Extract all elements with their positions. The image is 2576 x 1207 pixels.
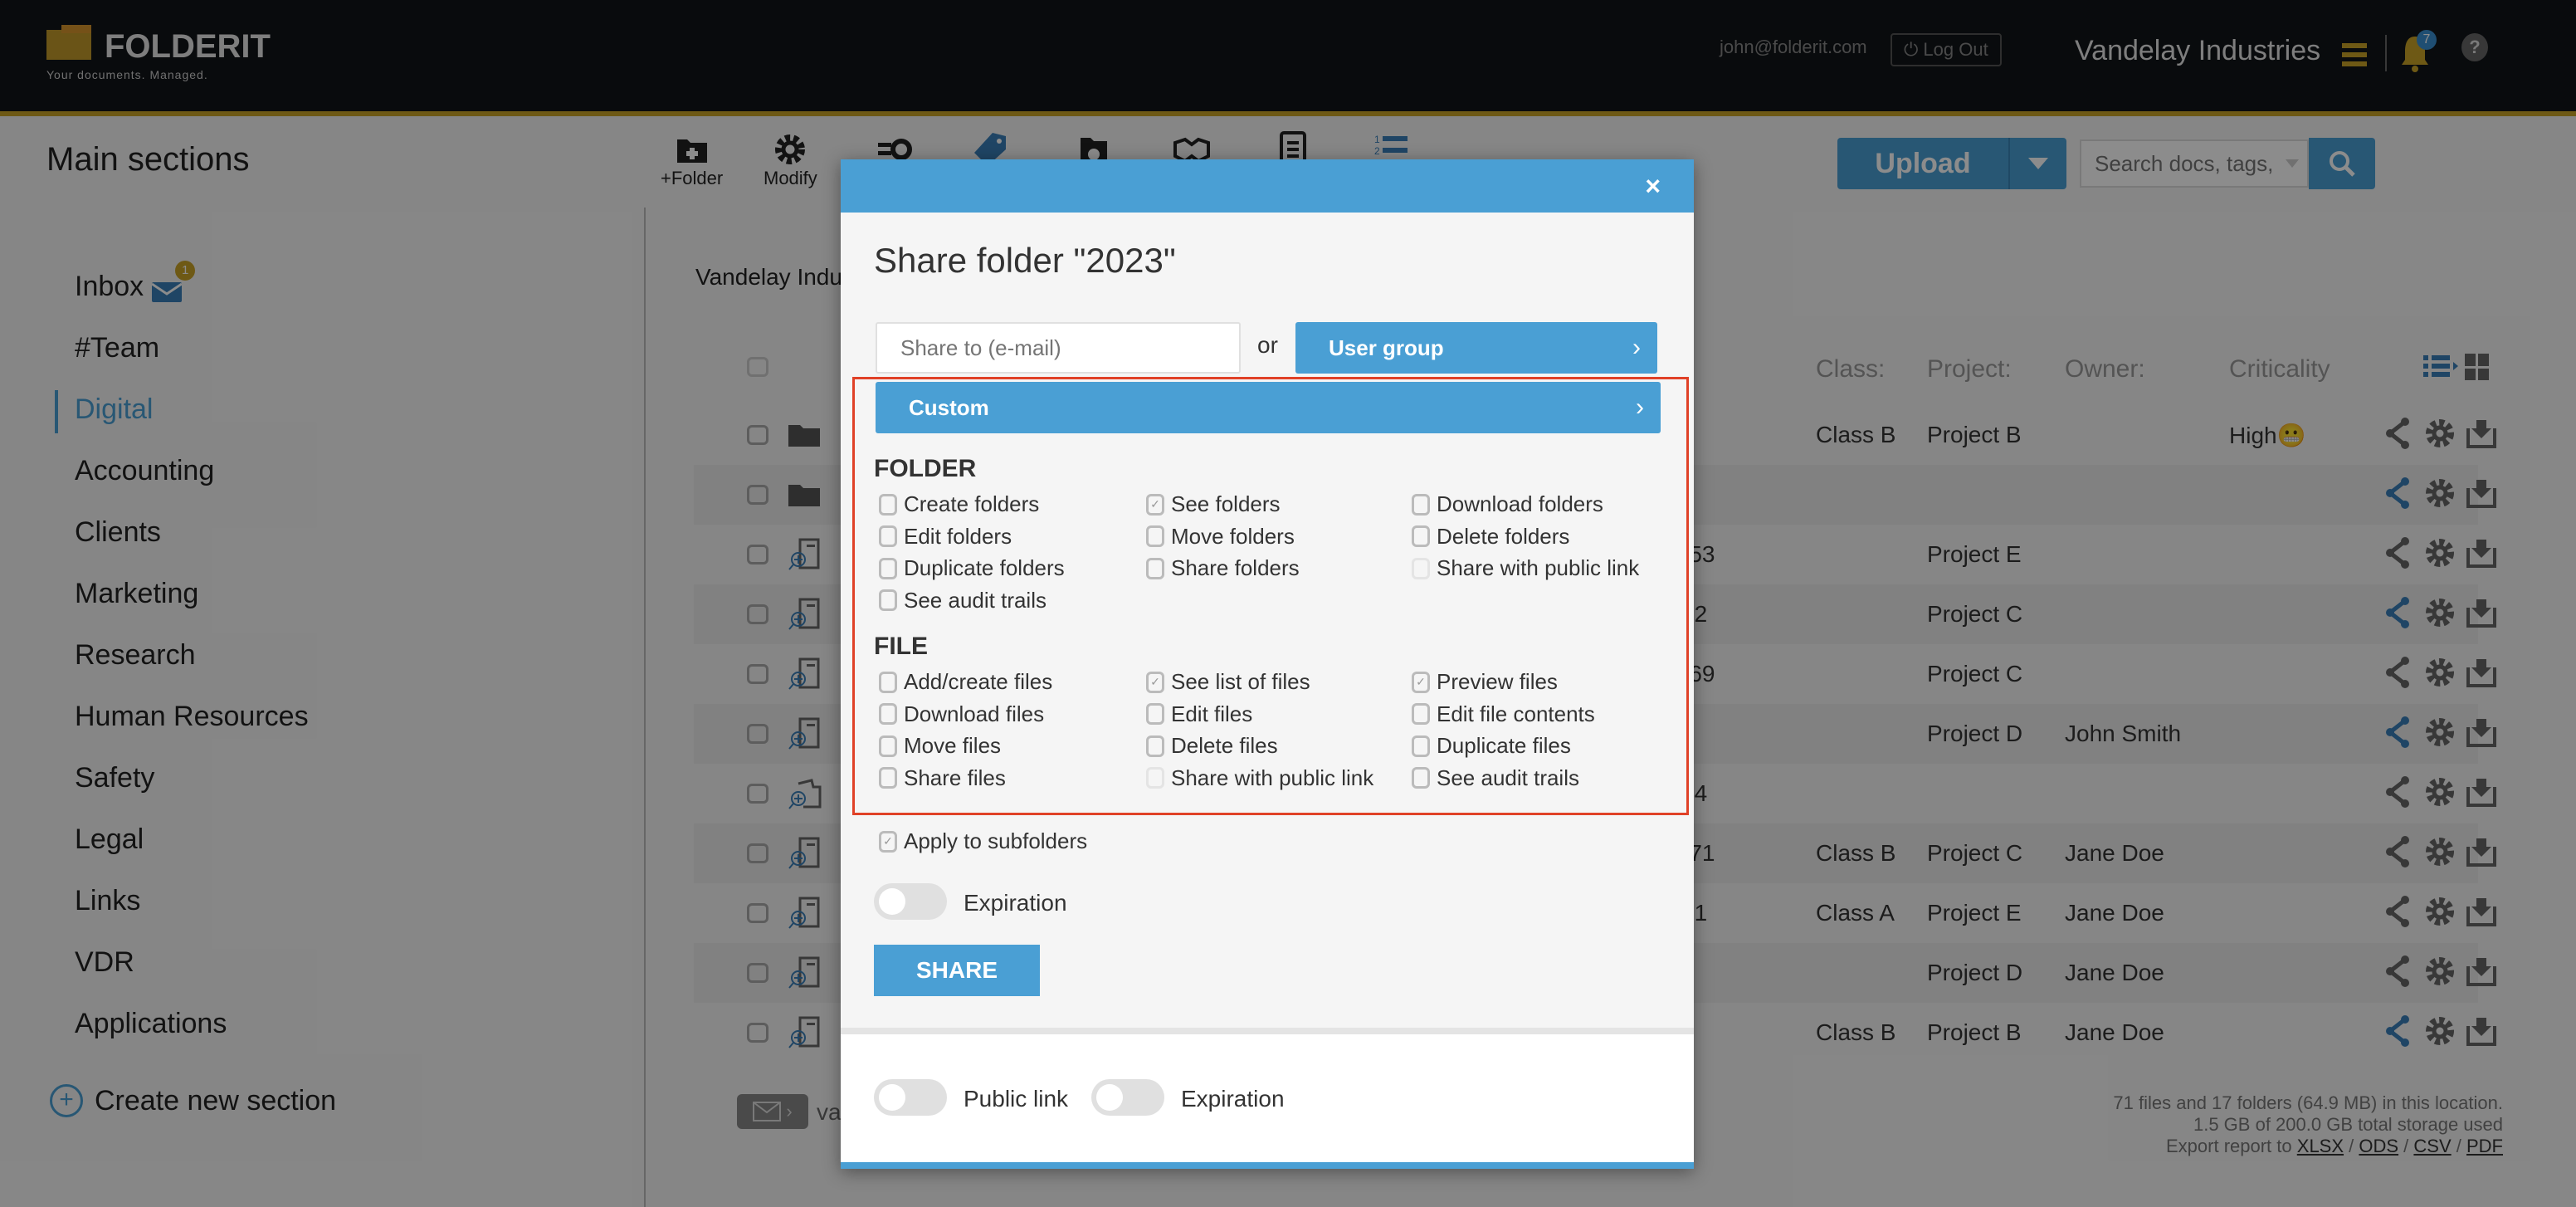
share-folder-dialog: × Share folder "2023" or User group › Cu… xyxy=(841,159,1694,1169)
permission-checkbox[interactable]: Delete folders xyxy=(1412,524,1569,550)
permission-label: Edit files xyxy=(1171,701,1253,726)
checkbox xyxy=(1412,557,1430,579)
checkbox[interactable] xyxy=(879,830,897,853)
permission-checkbox: Share with public link xyxy=(1146,765,1373,791)
checkbox[interactable] xyxy=(1412,703,1430,725)
or-label: or xyxy=(1257,332,1278,358)
checkbox[interactable] xyxy=(879,525,897,547)
public-link-label: Public link xyxy=(964,1086,1069,1112)
permission-checkbox[interactable]: Edit file contents xyxy=(1412,701,1595,727)
permission-checkbox[interactable]: Delete files xyxy=(1146,733,1278,759)
permission-checkbox[interactable]: See folders xyxy=(1146,491,1281,517)
checkbox[interactable] xyxy=(1146,557,1164,579)
dialog-bottom-bar xyxy=(841,1162,1694,1169)
permission-label: Create folders xyxy=(904,491,1040,516)
checkbox[interactable] xyxy=(1146,735,1164,757)
permission-checkbox[interactable]: Edit files xyxy=(1146,701,1252,727)
public-link-section: Public link Expiration xyxy=(841,1034,1694,1162)
permission-label: Share with public link xyxy=(1437,555,1640,580)
permission-label: Delete files xyxy=(1171,733,1278,758)
permission-checkbox[interactable]: Edit folders xyxy=(879,524,1012,550)
checkbox[interactable] xyxy=(1412,671,1430,693)
permission-label: See list of files xyxy=(1171,669,1310,694)
chevron-right-icon: › xyxy=(1636,393,1644,421)
user-group-button[interactable]: User group › xyxy=(1295,322,1657,374)
permission-label: Add/create files xyxy=(904,669,1053,694)
permission-label: Delete folders xyxy=(1437,523,1570,549)
permission-checkbox[interactable]: Download files xyxy=(879,701,1044,727)
permission-label: See audit trails xyxy=(1437,765,1579,790)
expiration-toggle[interactable] xyxy=(874,883,947,920)
permission-checkbox[interactable]: Duplicate files xyxy=(1412,733,1571,759)
checkbox[interactable] xyxy=(1146,703,1164,725)
permission-label: Share folders xyxy=(1171,555,1300,580)
folder-permissions-heading: FOLDER xyxy=(874,455,977,482)
permission-checkbox[interactable]: Share folders xyxy=(1146,555,1300,581)
share-email-input[interactable] xyxy=(876,322,1241,374)
public-link-expiration-label: Expiration xyxy=(1181,1086,1285,1112)
checkbox[interactable] xyxy=(879,767,897,789)
permission-label: Preview files xyxy=(1437,669,1558,694)
permission-checkbox[interactable]: See list of files xyxy=(1146,669,1310,695)
permission-label: Share with public link xyxy=(1171,765,1374,790)
file-permissions-heading: FILE xyxy=(874,633,928,660)
permission-label: Duplicate folders xyxy=(904,555,1065,580)
permission-label: Duplicate files xyxy=(1437,733,1571,758)
checkbox[interactable] xyxy=(879,671,897,693)
checkbox[interactable] xyxy=(879,703,897,725)
checkbox[interactable] xyxy=(879,493,897,516)
public-link-toggle[interactable] xyxy=(874,1079,947,1116)
dialog-header: × xyxy=(841,159,1694,213)
checkbox[interactable] xyxy=(1412,767,1430,789)
permission-checkbox[interactable]: Move files xyxy=(879,733,1001,759)
dialog-title: Share folder "2023" xyxy=(874,241,1176,280)
permission-checkbox[interactable]: Create folders xyxy=(879,491,1039,517)
chevron-right-icon: › xyxy=(1632,334,1641,361)
checkbox[interactable] xyxy=(1146,671,1164,693)
permission-checkbox[interactable]: Share files xyxy=(879,765,1006,791)
permission-label: Edit file contents xyxy=(1437,701,1595,726)
permission-label: Download files xyxy=(904,701,1045,726)
permission-checkbox[interactable]: Add/create files xyxy=(879,669,1052,695)
share-button[interactable]: SHARE xyxy=(874,945,1040,996)
checkbox[interactable] xyxy=(879,557,897,579)
permission-label: Move folders xyxy=(1171,523,1295,549)
apply-to-subfolders-checkbox[interactable]: Apply to subfolders xyxy=(879,828,1087,854)
permission-checkbox[interactable]: Move folders xyxy=(1146,524,1295,550)
public-link-expiration-toggle[interactable] xyxy=(1091,1079,1164,1116)
permission-checkbox: Share with public link xyxy=(1412,555,1639,581)
checkbox[interactable] xyxy=(1412,735,1430,757)
close-icon[interactable]: × xyxy=(1645,171,1661,202)
checkbox[interactable] xyxy=(879,735,897,757)
permission-checkbox[interactable]: Download folders xyxy=(1412,491,1603,517)
checkbox[interactable] xyxy=(1146,525,1164,547)
custom-permissions-button[interactable]: Custom › xyxy=(876,382,1661,433)
checkbox[interactable] xyxy=(1412,525,1430,547)
checkbox xyxy=(1146,767,1164,789)
permission-checkbox[interactable]: Preview files xyxy=(1412,669,1558,695)
permission-label: Move files xyxy=(904,733,1002,758)
permission-label: Download folders xyxy=(1437,491,1603,516)
dialog-divider xyxy=(841,1028,1694,1034)
checkbox[interactable] xyxy=(879,589,897,611)
permission-label: See folders xyxy=(1171,491,1281,516)
checkbox[interactable] xyxy=(1146,493,1164,516)
checkbox[interactable] xyxy=(1412,493,1430,516)
permission-checkbox[interactable]: See audit trails xyxy=(1412,765,1579,791)
permission-label: Share files xyxy=(904,765,1006,790)
expiration-label: Expiration xyxy=(964,890,1067,916)
permission-label: Edit folders xyxy=(904,523,1012,549)
permission-checkbox[interactable]: Duplicate folders xyxy=(879,555,1065,581)
permission-checkbox[interactable]: See audit trails xyxy=(879,588,1046,613)
permission-label: See audit trails xyxy=(904,587,1046,613)
